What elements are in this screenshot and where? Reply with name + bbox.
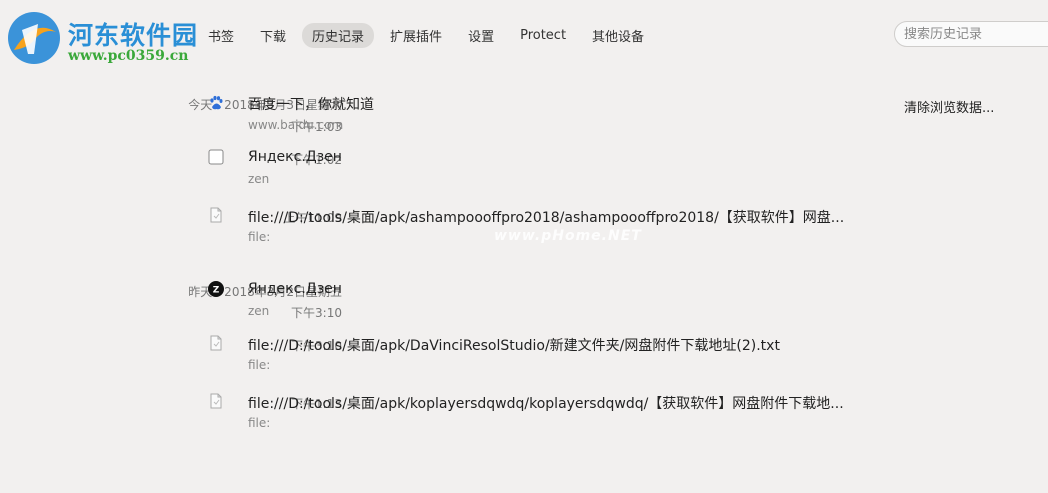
watermark-emblem-icon bbox=[8, 12, 60, 64]
watermark-url: www.pc0359.cn bbox=[68, 48, 189, 64]
svg-text:Z: Z bbox=[213, 286, 220, 296]
file-icon bbox=[210, 335, 222, 351]
tab-bookmarks[interactable]: 书签 bbox=[198, 23, 244, 48]
tab-other-devices[interactable]: 其他设备 bbox=[582, 23, 654, 48]
history-item-title[interactable]: file:///D:/tools/桌面/apk/DaVinciResolStud… bbox=[248, 335, 780, 355]
baidu-paw-icon bbox=[210, 95, 223, 110]
tab-settings[interactable]: 设置 bbox=[458, 23, 504, 48]
history-item-url: zen bbox=[248, 304, 270, 318]
history-item-url: file: bbox=[248, 230, 271, 244]
visit-time: 下午3:10 bbox=[291, 306, 342, 320]
history-item-title[interactable]: Яндекс.Дзен bbox=[248, 149, 342, 165]
blank-page-icon bbox=[208, 149, 224, 165]
file-icon bbox=[210, 207, 222, 223]
history-item-title[interactable]: file:///D:/tools/桌面/apk/koplayersdqwdq/k… bbox=[248, 393, 844, 413]
history-item-title[interactable]: Яндекс.Дзен bbox=[248, 281, 342, 297]
history-item-url: zen bbox=[248, 172, 270, 186]
history-item-url: file: bbox=[248, 416, 271, 430]
history-item-title[interactable]: file:///D:/tools/桌面/apk/ashampoooffpro20… bbox=[248, 207, 844, 227]
tab-downloads[interactable]: 下载 bbox=[250, 23, 296, 48]
clear-browsing-data-link[interactable]: 清除浏览数据... bbox=[904, 97, 994, 116]
watermark-title: 河东软件园 bbox=[68, 21, 199, 50]
history-item-url: www.baidu.com bbox=[248, 118, 344, 132]
tab-protect[interactable]: Protect bbox=[510, 25, 576, 46]
history-item-url: file: bbox=[248, 358, 271, 372]
zen-logo-icon: Z bbox=[208, 281, 224, 297]
history-item-title[interactable]: 百度一下，你就知道 bbox=[248, 94, 374, 114]
overlay-watermark: www.pHome.NET bbox=[494, 228, 642, 244]
tab-extensions[interactable]: 扩展插件 bbox=[380, 23, 452, 48]
history-search-input[interactable] bbox=[894, 21, 1048, 47]
settings-nav: 书签 下载 历史记录 扩展插件 设置 Protect 其他设备 bbox=[198, 22, 660, 48]
file-icon bbox=[210, 393, 222, 409]
site-watermark-logo: 河东软件园 www.pc0359.cn bbox=[4, 10, 204, 70]
tab-history[interactable]: 历史记录 bbox=[302, 22, 375, 48]
